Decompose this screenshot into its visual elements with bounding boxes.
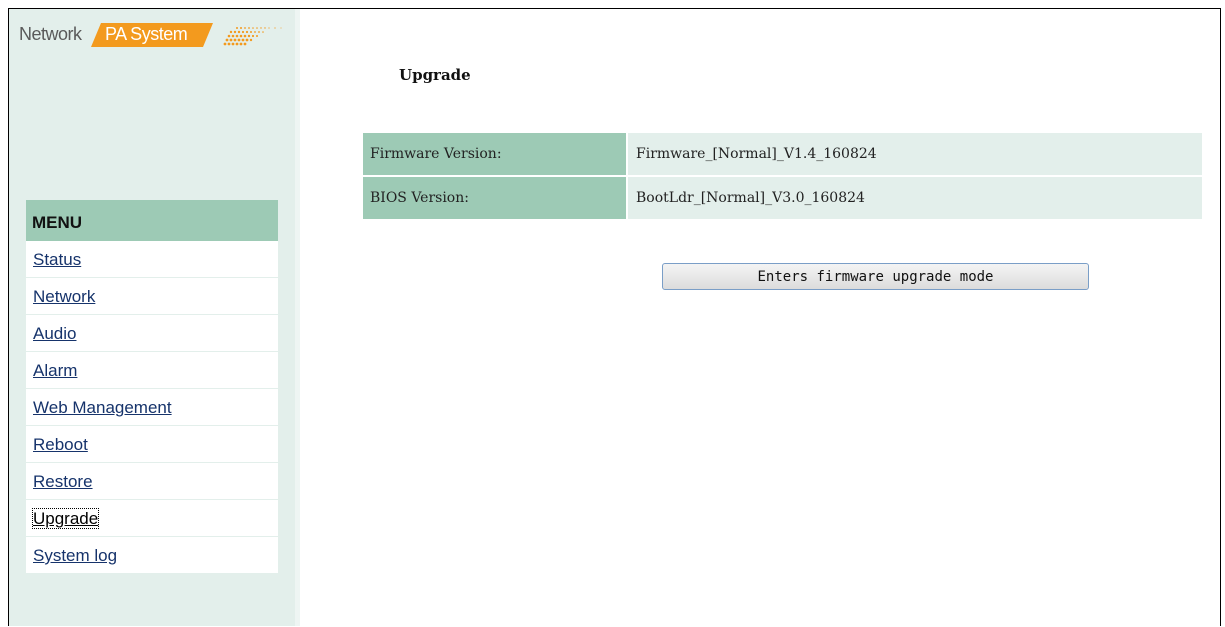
menu-item-audio[interactable]: Audio (26, 315, 278, 352)
menu-link-restore[interactable]: Restore (33, 472, 93, 491)
menu-link-audio[interactable]: Audio (33, 324, 76, 343)
sidebar: Network PA System MENU Status Network Au… (9, 9, 295, 626)
menu-link-alarm[interactable]: Alarm (33, 361, 77, 380)
bios-version-label: BIOS Version: (363, 177, 628, 219)
menu-link-upgrade[interactable]: Upgrade (31, 508, 100, 529)
menu-item-alarm[interactable]: Alarm (26, 352, 278, 389)
menu-link-reboot[interactable]: Reboot (33, 435, 88, 454)
table-row: Firmware Version: Firmware_[Normal]_V1.4… (363, 133, 1202, 175)
menu-link-status[interactable]: Status (33, 250, 81, 269)
menu-item-system-log[interactable]: System log (26, 537, 278, 574)
menu-link-network[interactable]: Network (33, 287, 95, 306)
menu-link-web-management[interactable]: Web Management (33, 398, 172, 417)
firmware-version-label: Firmware Version: (363, 133, 628, 175)
table-row: BIOS Version: BootLdr_[Normal]_V3.0_1608… (363, 177, 1202, 219)
menu-item-network[interactable]: Network (26, 278, 278, 315)
menu-header: MENU (26, 200, 278, 241)
firmware-version-value: Firmware_[Normal]_V1.4_160824 (628, 133, 1202, 175)
menu-link-system-log[interactable]: System log (33, 546, 117, 565)
version-info-table: Firmware Version: Firmware_[Normal]_V1.4… (363, 131, 1202, 221)
main-content: Upgrade Firmware Version: Firmware_[Norm… (300, 9, 1220, 626)
page-title: Upgrade (399, 66, 471, 84)
menu-item-upgrade[interactable]: Upgrade (26, 500, 278, 537)
page-frame: Network PA System MENU Status Network Au… (8, 8, 1221, 626)
main-menu: MENU Status Network Audio Alarm Web Mana… (26, 200, 278, 574)
menu-item-reboot[interactable]: Reboot (26, 426, 278, 463)
network-pa-system-logo: Network PA System (19, 23, 289, 49)
logo-dots-icon (223, 27, 282, 46)
menu-item-status[interactable]: Status (26, 241, 278, 278)
menu-item-restore[interactable]: Restore (26, 463, 278, 500)
enter-upgrade-mode-button[interactable]: Enters firmware upgrade mode (662, 263, 1089, 290)
menu-item-web-management[interactable]: Web Management (26, 389, 278, 426)
logo-network-text: Network (19, 24, 82, 44)
logo-pa-system-text: PA System (105, 24, 188, 44)
bios-version-value: BootLdr_[Normal]_V3.0_160824 (628, 177, 1202, 219)
